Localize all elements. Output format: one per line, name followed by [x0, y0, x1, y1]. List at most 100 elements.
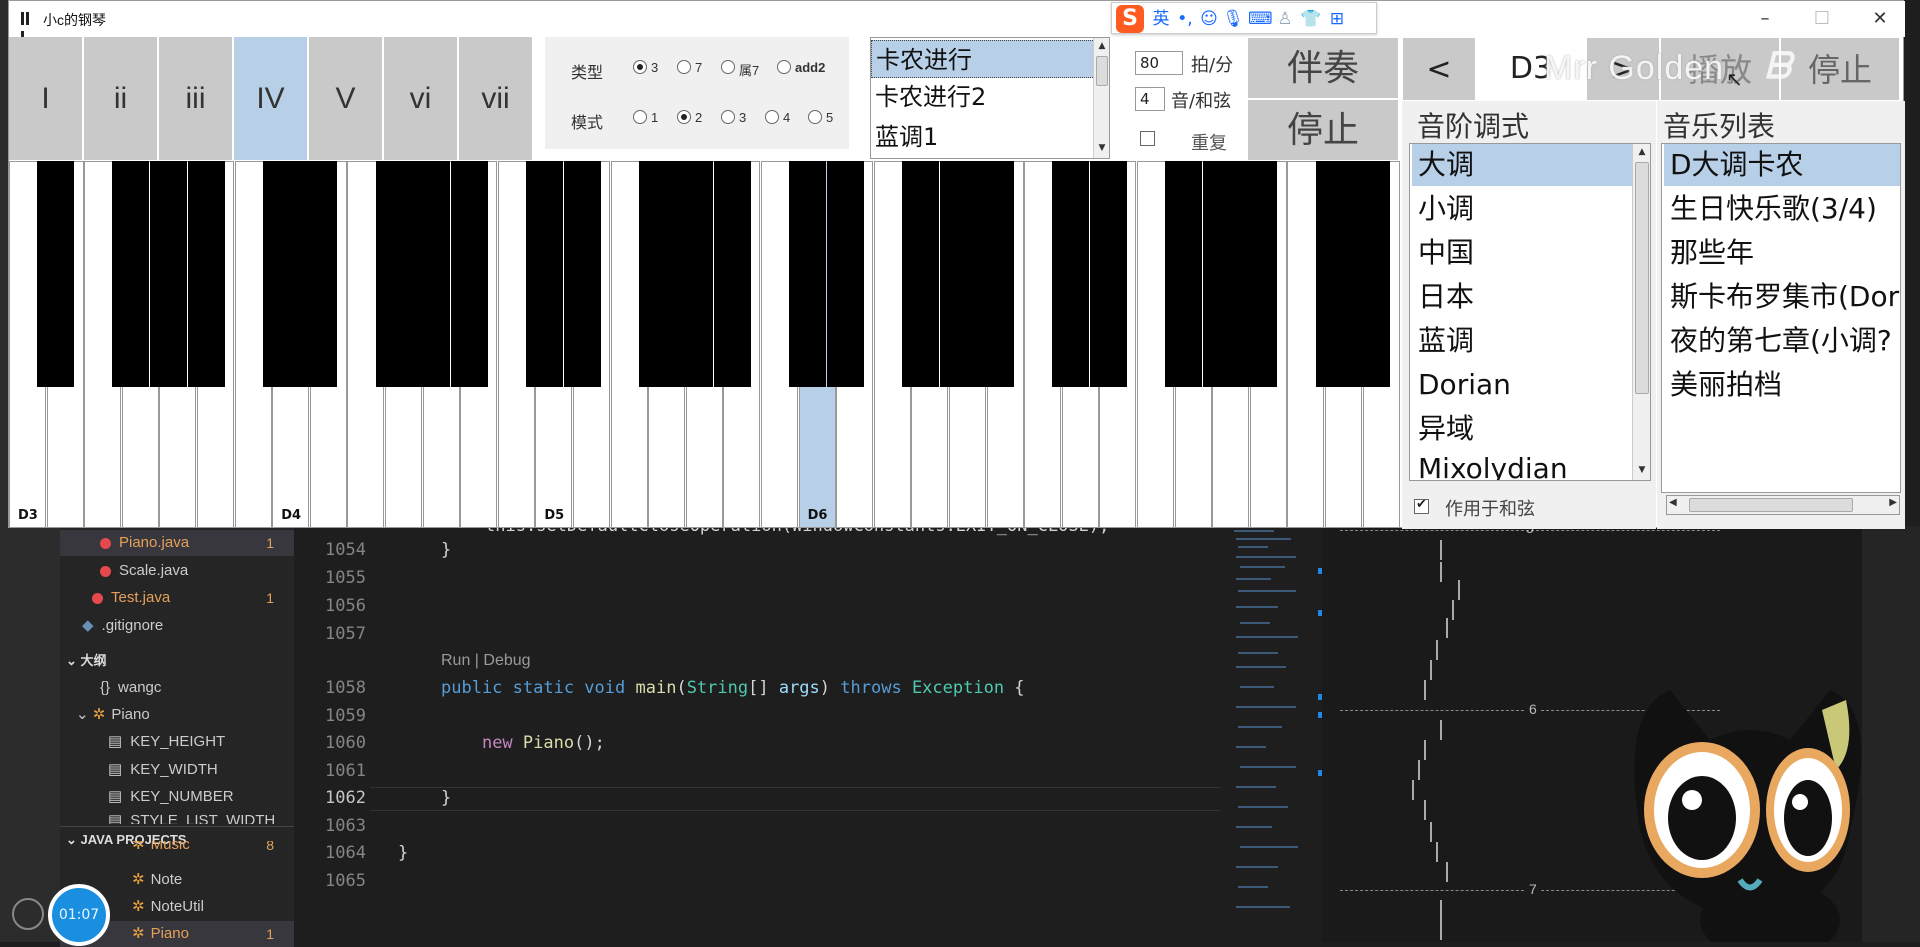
black-key[interactable] — [902, 161, 939, 387]
type-radio-7[interactable] — [677, 60, 691, 74]
notes-per-chord-input[interactable]: 4 — [1135, 87, 1165, 111]
outline-item[interactable]: ▤ KEY_NUMBER — [60, 784, 294, 810]
ime-lang-toggle[interactable]: 英 — [1150, 9, 1172, 29]
scale-item[interactable]: 蓝调 — [1412, 320, 1474, 362]
scale-item[interactable]: Dorian — [1412, 364, 1511, 406]
chord-button-vii[interactable]: vii — [459, 37, 533, 161]
black-key[interactable] — [300, 161, 338, 387]
mode-radio-5[interactable] — [808, 110, 822, 124]
maximize-button[interactable]: ☐ — [1799, 5, 1845, 33]
scroll-up-icon[interactable]: ▲ — [1094, 38, 1109, 54]
keyboard-icon[interactable]: ⌨ — [1248, 9, 1273, 29]
stop-button[interactable]: 停止 — [1247, 99, 1399, 161]
music-item[interactable]: D大调卡农 — [1664, 144, 1900, 186]
codelens-run-debug[interactable]: Run | Debug — [441, 652, 531, 670]
scale-item[interactable]: 中国 — [1412, 232, 1474, 274]
black-key[interactable] — [450, 161, 488, 387]
type-radio-dom7[interactable] — [721, 60, 735, 74]
black-key[interactable] — [676, 161, 714, 387]
scale-item[interactable]: 异域 — [1412, 408, 1474, 450]
account-icon[interactable] — [12, 898, 44, 930]
black-key[interactable] — [714, 161, 751, 387]
black-key[interactable] — [262, 161, 300, 387]
scale-list[interactable]: 大调 小调 中国 日本 蓝调 Dorian 异域 Mixolydian ▲ ▼ — [1409, 143, 1651, 481]
black-key[interactable] — [1240, 161, 1278, 387]
toolbox-icon[interactable]: ⊞ — [1326, 9, 1348, 29]
black-key[interactable] — [977, 161, 1015, 387]
progression-item[interactable]: 卡农进行2 — [871, 78, 1095, 116]
scroll-right-icon[interactable]: ▶ — [1889, 497, 1897, 508]
scroll-down-icon[interactable]: ▼ — [1094, 140, 1109, 156]
chord-button-iii[interactable]: iii — [159, 37, 233, 161]
scale-item[interactable]: 大调 — [1412, 144, 1632, 186]
scale-item[interactable]: 日本 — [1412, 276, 1474, 318]
scroll-left-icon[interactable]: ◀ — [1669, 497, 1677, 508]
repeat-checkbox[interactable] — [1140, 131, 1155, 146]
music-item[interactable]: 美丽拍档 — [1664, 364, 1782, 406]
black-key[interactable] — [1165, 161, 1203, 387]
chord-button-IV[interactable]: IV — [234, 37, 308, 161]
chord-button-I[interactable]: I — [9, 37, 83, 161]
black-key[interactable] — [1052, 161, 1090, 387]
outline-item[interactable]: ▤ KEY_HEIGHT — [60, 729, 294, 755]
punctuation-icon[interactable]: •, — [1174, 9, 1196, 29]
minimap[interactable] — [1222, 526, 1322, 942]
prev-key-button[interactable]: < — [1402, 37, 1476, 101]
black-key[interactable] — [526, 161, 563, 387]
scroll-down-icon[interactable]: ▼ — [1633, 462, 1650, 478]
black-key[interactable] — [187, 161, 225, 387]
scale-item[interactable]: 小调 — [1412, 188, 1474, 230]
black-key[interactable] — [638, 161, 676, 387]
black-key[interactable] — [826, 161, 864, 387]
chord-button-ii[interactable]: ii — [84, 37, 158, 161]
project-item[interactable]: ✲ Music 8 — [60, 841, 294, 857]
music-hscrollbar[interactable]: ◀ ▶ — [1666, 495, 1900, 515]
emoji-icon[interactable]: ☺ — [1198, 9, 1220, 29]
outline-item[interactable]: ▤ STYLE_LIST_WIDTH — [60, 810, 294, 824]
outline-item[interactable]: ⌄ ✲ Piano — [60, 702, 294, 728]
file-test-java[interactable]: Test.java 1 — [60, 585, 294, 611]
chord-button-V[interactable]: V — [309, 37, 383, 161]
black-key[interactable] — [563, 161, 601, 387]
scroll-thumb[interactable] — [1635, 162, 1649, 394]
music-item[interactable]: 生日快乐歌(3/4) — [1664, 188, 1877, 230]
sogou-logo-icon[interactable]: S — [1116, 5, 1144, 33]
mode-radio-4[interactable] — [765, 110, 779, 124]
progression-item[interactable]: 蓝调1 — [871, 118, 1095, 156]
black-key[interactable] — [1353, 161, 1391, 387]
outline-item[interactable]: ▤ KEY_WIDTH — [60, 757, 294, 783]
outline-header[interactable]: ⌄ 大纲 — [60, 648, 294, 674]
black-key[interactable] — [1090, 161, 1127, 387]
title-bar[interactable]: 小c的钢琴 – ☐ ✕ — [9, 1, 1905, 44]
stop-play-button[interactable]: 停止 — [1780, 37, 1900, 101]
black-key[interactable] — [37, 161, 75, 387]
music-item[interactable]: 斯卡布罗集市(Dor — [1664, 276, 1899, 318]
apply-to-chord-checkbox[interactable] — [1414, 497, 1429, 514]
type-radio-add2[interactable] — [777, 60, 791, 74]
mode-radio-3[interactable] — [721, 110, 735, 124]
black-key[interactable] — [1202, 161, 1240, 387]
black-key[interactable] — [939, 161, 977, 387]
black-key[interactable] — [789, 161, 827, 387]
file-scale-java[interactable]: Scale.java — [60, 558, 294, 584]
music-list[interactable]: D大调卡农 生日快乐歌(3/4) 那些年 斯卡布罗集市(Dor 夜的第七章(小调… — [1661, 143, 1901, 493]
accompany-button[interactable]: 伴奏 — [1247, 37, 1399, 99]
close-button[interactable]: ✕ — [1857, 5, 1903, 33]
progression-scrollbar[interactable]: ▲ ▼ — [1093, 38, 1109, 158]
black-key[interactable] — [1315, 161, 1353, 387]
progression-item[interactable]: 卡农进行 — [871, 40, 1095, 78]
file-piano-java[interactable]: Piano.java 1 — [60, 530, 294, 556]
black-key[interactable] — [150, 161, 187, 387]
microphone-icon[interactable]: 🎙 — [1222, 9, 1244, 29]
skin-icon[interactable]: 👕 — [1300, 9, 1322, 29]
black-key[interactable] — [112, 161, 150, 387]
user-icon[interactable]: ♙ — [1274, 9, 1296, 29]
scroll-thumb[interactable] — [1096, 56, 1108, 86]
mode-radio-1[interactable] — [633, 110, 647, 124]
black-key[interactable] — [413, 161, 451, 387]
type-radio-3[interactable] — [633, 60, 647, 74]
minimize-button[interactable]: – — [1742, 5, 1788, 33]
progression-list[interactable]: 卡农进行 卡农进行2 蓝调1 ▲ ▼ — [870, 37, 1110, 159]
black-key[interactable] — [375, 161, 413, 387]
file-gitignore[interactable]: ◆ .gitignore — [60, 613, 294, 639]
